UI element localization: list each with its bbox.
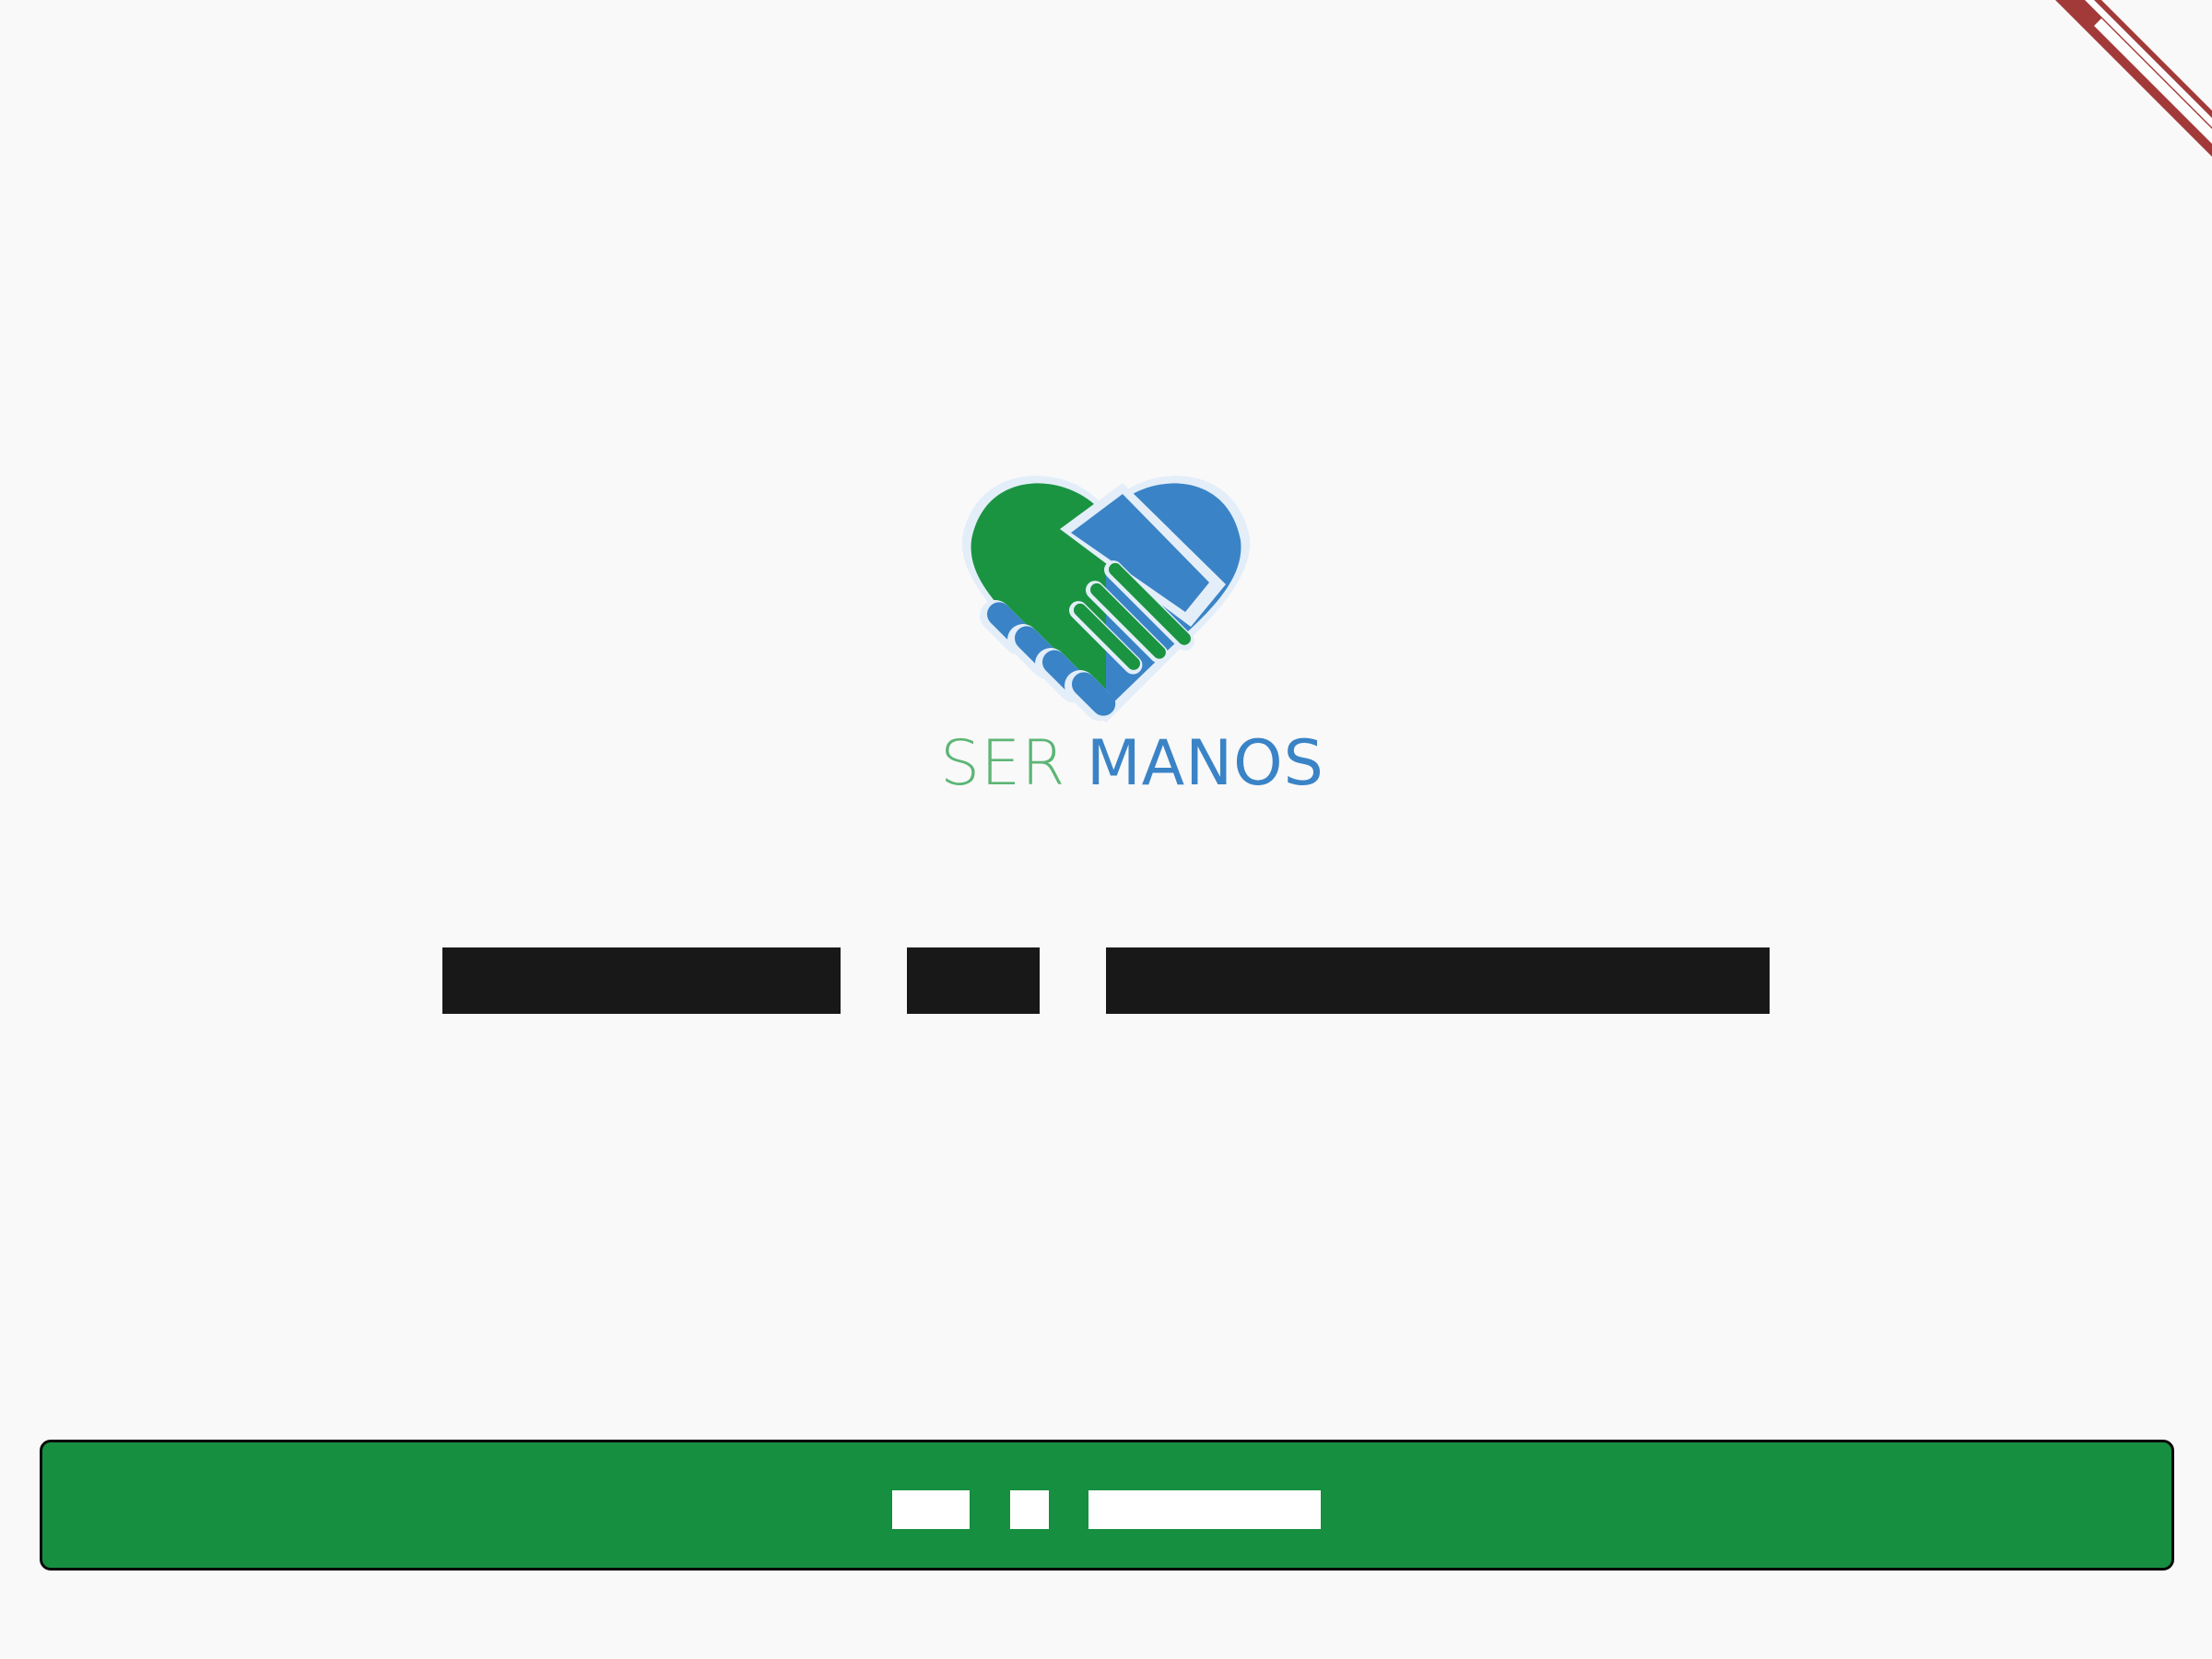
start-button-label xyxy=(42,1442,2171,1568)
redacted-label-word xyxy=(892,1490,970,1529)
logo-text-manos: MANOS xyxy=(1087,727,1324,800)
redacted-word xyxy=(907,947,1040,1014)
logo-handshake-heart-icon xyxy=(961,476,1251,723)
logo-wordmark: SER MANOS xyxy=(940,733,1324,795)
redacted-word xyxy=(1106,947,1770,1014)
redacted-label-word xyxy=(1010,1490,1049,1529)
redacted-label-word xyxy=(1088,1490,1321,1529)
welcome-heading xyxy=(442,947,1770,1014)
start-button[interactable] xyxy=(40,1440,2174,1571)
redacted-word xyxy=(442,947,841,1014)
logo-text-ser: SER xyxy=(940,727,1066,800)
debug-banner xyxy=(2055,0,2212,157)
